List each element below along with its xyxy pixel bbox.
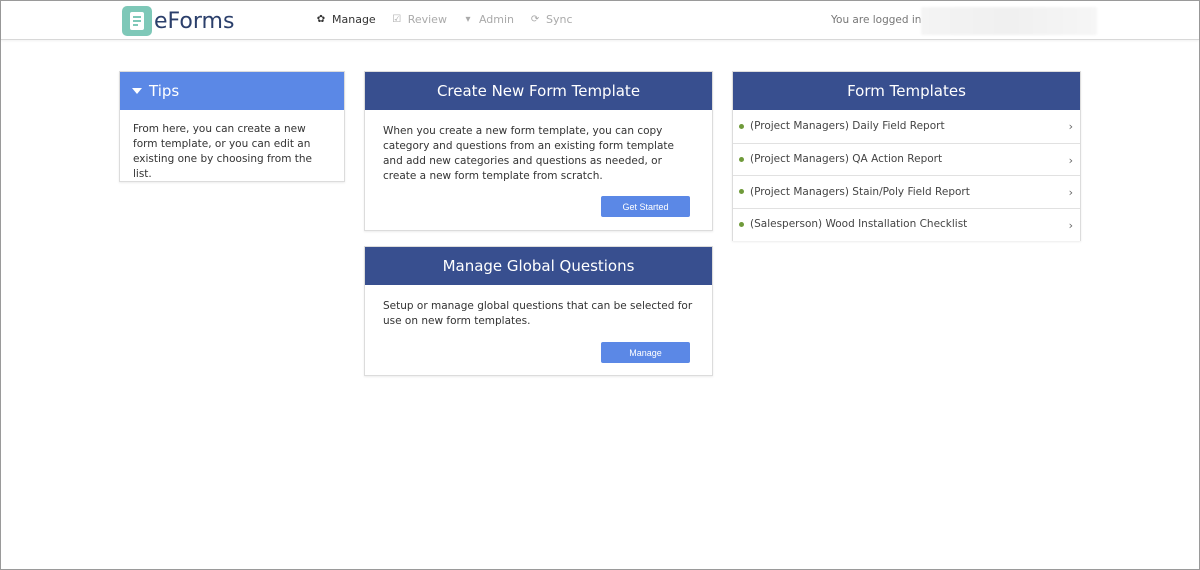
- global-questions-panel: Manage Global Questions Setup or manage …: [364, 246, 713, 376]
- nav-manage[interactable]: ✿ Manage: [316, 13, 376, 26]
- chevron-right-icon: ›: [1068, 120, 1073, 133]
- caret-down-icon: ▾: [465, 14, 471, 25]
- brand[interactable]: eForms: [122, 6, 234, 36]
- create-template-title: Create New Form Template: [365, 72, 712, 110]
- manage-button[interactable]: Manage: [601, 342, 690, 363]
- chevron-right-icon: ›: [1068, 218, 1073, 232]
- tips-panel: Tips From here, you can create a new for…: [119, 71, 345, 182]
- main-nav: ✿ Manage ☑ Review ▾ Admin ⟳ Sync: [316, 13, 589, 26]
- get-started-button[interactable]: Get Started: [601, 196, 690, 217]
- tips-body: From here, you can create a new form tem…: [133, 123, 312, 180]
- nav-manage-label: Manage: [332, 13, 376, 26]
- refresh-icon: ⟳: [530, 14, 540, 25]
- nav-review[interactable]: ☑ Review: [392, 13, 447, 26]
- brand-name: eForms: [154, 8, 235, 34]
- form-templates-list: (Project Managers) Daily Field Report › …: [733, 110, 1080, 240]
- list-item[interactable]: (Salesperson) Wood Installation Checklis…: [733, 207, 1080, 241]
- nav-sync[interactable]: ⟳ Sync: [530, 13, 573, 26]
- list-item-label: (Project Managers) QA Action Report: [750, 153, 943, 166]
- list-item[interactable]: (Project Managers) Daily Field Report ›: [733, 110, 1080, 143]
- eforms-logo-icon: [122, 6, 152, 36]
- bullet-icon: [739, 221, 744, 227]
- redacted-username: [921, 7, 1097, 35]
- form-templates-panel: Form Templates (Project Managers) Daily …: [732, 71, 1081, 241]
- nav-admin[interactable]: ▾ Admin: [463, 13, 514, 26]
- bullet-icon: [739, 156, 744, 162]
- tips-title: Tips: [149, 82, 180, 100]
- create-template-description: When you create a new form template, you…: [383, 125, 674, 182]
- top-navbar: eForms ✿ Manage ☑ Review ▾ Admin ⟳ Sync …: [1, 1, 1199, 40]
- list-item-label: (Project Managers) Daily Field Report: [750, 120, 945, 133]
- bullet-icon: [739, 123, 744, 129]
- form-templates-title: Form Templates: [733, 72, 1080, 110]
- chevron-right-icon: ›: [1068, 153, 1073, 167]
- nav-sync-label: Sync: [546, 13, 573, 26]
- list-item[interactable]: (Project Managers) Stain/Poly Field Repo…: [733, 175, 1080, 208]
- list-item-label: (Project Managers) Stain/Poly Field Repo…: [750, 185, 970, 198]
- list-item-label: (Salesperson) Wood Installation Checklis…: [750, 218, 968, 231]
- chevron-right-icon: ›: [1068, 186, 1073, 199]
- create-template-panel: Create New Form Template When you create…: [364, 71, 713, 231]
- tips-header[interactable]: Tips: [120, 72, 344, 110]
- nav-review-label: Review: [407, 13, 447, 26]
- nav-admin-label: Admin: [478, 13, 515, 26]
- list-item[interactable]: (Project Managers) QA Action Report ›: [733, 142, 1080, 176]
- caret-down-icon: [132, 88, 142, 94]
- bullet-icon: [739, 189, 744, 195]
- gear-icon: ✿: [316, 14, 326, 25]
- global-questions-title: Manage Global Questions: [365, 247, 712, 285]
- global-questions-description: Setup or manage global questions that ca…: [383, 300, 693, 327]
- checkbox-icon: ☑: [392, 14, 402, 25]
